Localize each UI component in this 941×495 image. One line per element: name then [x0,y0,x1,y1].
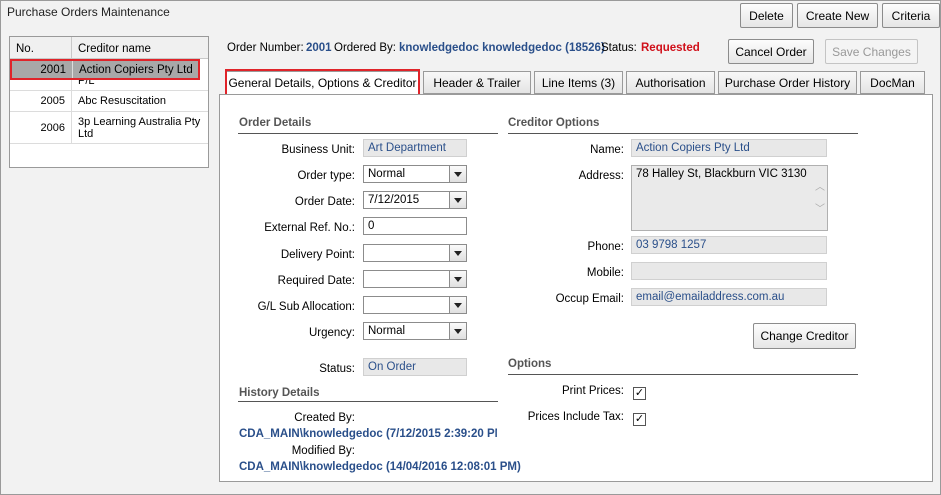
detail-status-label: Status: [319,363,355,375]
address-textarea[interactable]: 78 Halley St, Blackburn VIC 3130 ︿ ﹀ [631,165,828,231]
urgency-value: Normal [368,325,406,337]
gl-sub-allocation-select[interactable] [363,296,467,314]
business-unit-label: Business Unit: [281,144,355,156]
creditor-list: No. Creditor name 2001 Action Copiers Pt… [9,36,209,168]
table-row[interactable]: 2006 3p Learning Australia Pty Ltd [10,112,208,144]
scroll-up-icon[interactable]: ︿ [815,178,825,193]
row-creditor-name: 3p Learning Australia Pty Ltd [78,115,201,140]
row-number: 2006 [10,112,72,143]
external-ref-label: External Ref. No.: [264,222,355,234]
criteria-button[interactable]: Criteria [882,3,940,28]
created-by-value: CDA_MAIN\knowledgedoc (7/12/2015 2:39:20… [239,428,497,440]
external-ref-input[interactable]: 0 [363,217,467,235]
order-details-heading: Order Details [239,117,312,129]
required-date-picker[interactable] [363,270,467,288]
delete-button[interactable]: Delete [740,3,793,28]
business-unit-value: Art Department [363,139,467,157]
created-by-label: Created By: [294,412,355,424]
tab-docman[interactable]: DocMan [860,71,925,94]
tab-authorisation[interactable]: Authorisation [626,71,715,94]
order-number-label: Order Number: [227,42,304,54]
delivery-point-label: Delivery Point: [280,249,355,261]
prices-include-tax-checkbox[interactable]: ✓ [633,413,646,426]
divider [238,133,498,134]
creditor-list-header: No. Creditor name [10,37,208,59]
tab-header-trailer[interactable]: Header & Trailer [423,71,531,94]
required-date-label: Required Date: [277,275,355,287]
column-header-no[interactable]: No. [10,37,72,58]
tab-general-details[interactable]: General Details, Options & Creditor [225,69,420,96]
gl-sub-allocation-label: G/L Sub Allocation: [257,301,355,313]
modified-by-value: CDA_MAIN\knowledgedoc (14/04/2016 12:08:… [239,461,521,473]
window-title: Purchase Orders Maintenance [7,5,170,19]
cancel-order-button[interactable]: Cancel Order [728,39,814,64]
prices-include-tax-label: Prices Include Tax: [527,411,624,423]
chevron-down-icon[interactable] [449,192,466,208]
address-value: 78 Halley St, Blackburn VIC 3130 [636,168,807,180]
row-number: 2005 [10,91,72,111]
create-new-button[interactable]: Create New [797,3,878,28]
ordered-by-label: Ordered By: [334,42,396,54]
row-creditor-name: Action Copiers Pty Ltd [79,63,193,76]
chevron-down-icon[interactable] [449,323,466,339]
column-header-creditor-name[interactable]: Creditor name [72,37,151,58]
chevron-down-icon[interactable] [449,297,466,313]
order-type-label: Order type: [297,170,355,182]
urgency-label: Urgency: [308,327,355,339]
occup-email-label: Occup Email: [555,293,624,305]
mobile-value [631,262,827,280]
phone-value: 03 9798 1257 [631,236,827,254]
tab-line-items[interactable]: Line Items (3) [534,71,623,94]
chevron-down-icon[interactable] [449,245,466,261]
print-prices-checkbox[interactable]: ✓ [633,387,646,400]
order-type-value: Normal [368,168,406,180]
table-row[interactable]: 2001 Action Copiers Pty Ltd [10,59,200,80]
print-prices-label: Print Prices: [562,385,624,397]
address-label: Address: [578,170,624,182]
tab-purchase-order-history[interactable]: Purchase Order History [718,71,857,94]
order-number-value: 2001 [306,42,332,54]
ordered-by-value: knowledgedoc knowledgedoc (18526) [399,42,605,54]
modified-by-label: Modified By: [291,445,355,457]
options-heading: Options [508,358,552,370]
occup-email-value: email@emailaddress.com.au [631,288,827,306]
chevron-down-icon[interactable] [449,271,466,287]
scroll-down-icon[interactable]: ﹀ [815,200,825,215]
delivery-point-select[interactable] [363,244,467,262]
order-date-value: 7/12/2015 [368,194,420,206]
order-date-picker[interactable]: 7/12/2015 [363,191,467,209]
divider [508,133,858,134]
order-type-select[interactable]: Normal [363,165,467,183]
tab-panel-general: Order Details Business Unit: Art Departm… [219,94,933,482]
creditor-name-value: Action Copiers Pty Ltd [631,139,827,157]
creditor-name-label: Name: [590,144,624,156]
order-status-value: Requested [641,42,700,54]
purchase-orders-window: Purchase Orders Maintenance Delete Creat… [0,0,941,495]
detail-status-value: On Order [363,358,467,376]
row-creditor-name: Abc Resuscitation [78,95,167,107]
divider [508,374,858,375]
mobile-label: Mobile: [586,267,624,279]
order-date-label: Order Date: [294,196,355,208]
chevron-down-icon[interactable] [449,166,466,182]
divider [238,401,498,402]
order-status-label: Status: [601,42,637,54]
history-details-heading: History Details [239,387,320,399]
row-number: 2001 [11,60,73,79]
urgency-select[interactable]: Normal [363,322,467,340]
phone-label: Phone: [587,241,624,253]
creditor-options-heading: Creditor Options [508,117,600,129]
save-changes-button[interactable]: Save Changes [825,39,918,64]
table-row[interactable]: 2005 Abc Resuscitation [10,91,208,112]
change-creditor-button[interactable]: Change Creditor [753,323,856,349]
